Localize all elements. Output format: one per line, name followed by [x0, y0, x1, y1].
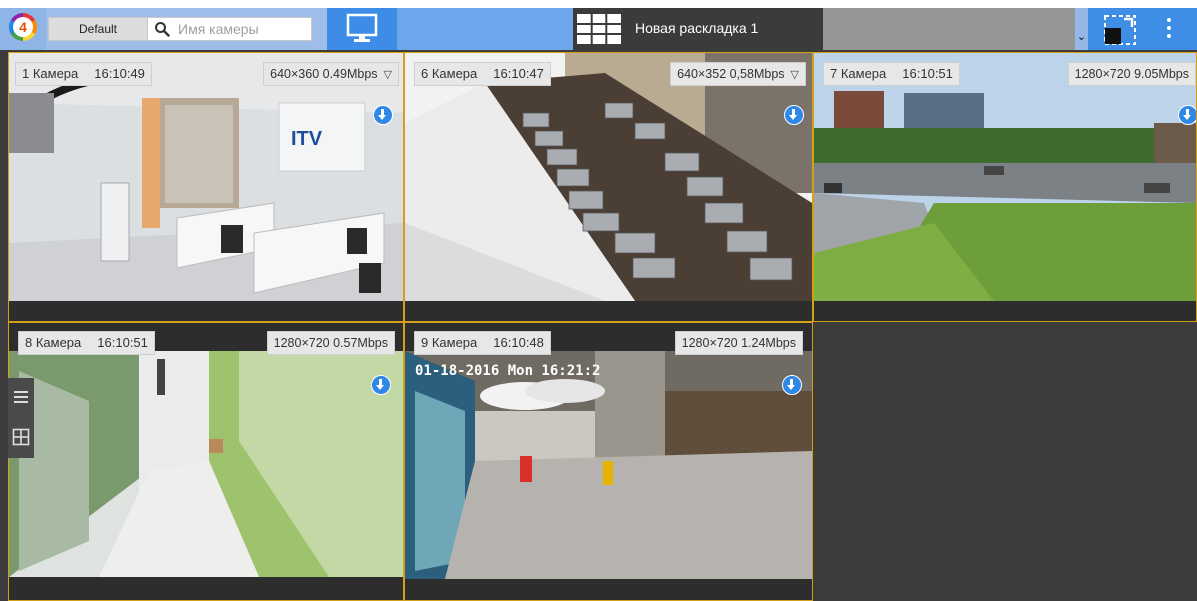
empty-camera-slot[interactable] [813, 322, 1197, 601]
layout-grid-icon[interactable] [577, 14, 621, 44]
app-logo[interactable]: 4 [9, 13, 37, 41]
stream-stats-chip[interactable]: 1280×720 9.05Mbps [1067, 62, 1196, 86]
monitor-icon [346, 13, 378, 42]
camera-name: 7 Камера [830, 66, 887, 81]
camera-title-chip: 9 Камера 16:10:48 [414, 331, 551, 355]
chevron-down-icon[interactable]: ⌄ [1075, 30, 1088, 43]
app-logo-number: 4 [13, 17, 33, 37]
camera-tile-1[interactable]: ITV 1 Камера 16:10:49 640×360 0.49Mbps ▽ [8, 52, 404, 322]
download-icon[interactable] [782, 375, 802, 395]
download-icon[interactable] [784, 105, 804, 125]
stream-stats: 1280×720 0.57Mbps [273, 336, 388, 350]
monitor-button[interactable] [327, 8, 397, 50]
camera-title-chip: 1 Камера 16:10:49 [15, 62, 152, 86]
camera-tile-7[interactable]: 7 Камера 16:10:51 1280×720 9.05Mbps [813, 52, 1197, 322]
camera-video[interactable] [405, 53, 812, 301]
camera-search-box[interactable] [147, 17, 312, 41]
stream-stats: 640×360 0.49Mbps [270, 67, 378, 81]
layout-selector[interactable]: Новая раскладка 1 [573, 8, 823, 50]
camera-tile-9[interactable]: 01-18-2016 Mon 16:21:2 9 Камера 16:10:48 … [404, 322, 813, 601]
stream-stats-chip[interactable]: 640×360 0.49Mbps ▽ [263, 62, 399, 86]
stream-stats: 640×352 0,58Mbps [677, 67, 785, 81]
stream-stats-chip[interactable]: 1280×720 0.57Mbps [266, 331, 395, 355]
more-options-icon[interactable] [1166, 18, 1172, 40]
stream-stats: 1280×720 9.05Mbps [1074, 67, 1189, 81]
stream-stats: 1280×720 1.24Mbps [681, 336, 796, 350]
stream-stats-chip[interactable]: 1280×720 1.24Mbps [674, 331, 803, 355]
itv-logo-text: ITV [291, 128, 323, 150]
camera-name: 6 Камера [421, 66, 478, 81]
camera-time: 16:10:47 [493, 66, 544, 81]
stream-stats-chip[interactable]: 640×352 0,58Mbps ▽ [670, 62, 806, 86]
fullscreen-icon [1104, 15, 1136, 45]
stats-dropdown-icon[interactable]: ▽ [384, 69, 392, 81]
camera-video[interactable] [814, 53, 1196, 301]
layout-expand-strip[interactable] [1075, 8, 1088, 50]
layout-name[interactable]: Новая раскладка 1 [635, 8, 758, 50]
stats-dropdown-icon[interactable]: ▽ [791, 69, 799, 81]
camera-title-chip: 7 Камера 16:10:51 [823, 62, 960, 86]
fullscreen-button[interactable] [1088, 8, 1197, 50]
camera-name: 1 Камера [22, 66, 79, 81]
camera-osd-timestamp: 01-18-2016 Mon 16:21:2 [415, 363, 600, 379]
download-icon[interactable] [1178, 105, 1196, 125]
camera-name: 9 Камера [421, 335, 478, 350]
camera-video[interactable] [9, 351, 403, 577]
camera-search-input[interactable] [178, 20, 303, 38]
logo-area[interactable]: 4 [0, 8, 46, 50]
top-toolbar: 4 Default Новая раскладка 1 ⌄ [0, 0, 1197, 50]
camera-video[interactable]: 01-18-2016 Mon 16:21:2 [405, 351, 812, 579]
camera-name: 8 Камера [25, 335, 82, 350]
camera-time: 16:10:48 [493, 335, 544, 350]
camera-time: 16:10:51 [97, 335, 148, 350]
camera-time: 16:10:51 [902, 66, 953, 81]
toolbar-spacer [397, 8, 573, 50]
camera-time: 16:10:49 [94, 66, 145, 81]
toolbar-right-spacer [823, 8, 1075, 50]
camera-tile-6[interactable]: 6 Камера 16:10:47 640×352 0,58Mbps ▽ [404, 52, 813, 322]
default-filter-button[interactable]: Default [48, 17, 148, 41]
camera-title-chip: 6 Камера 16:10:47 [414, 62, 551, 86]
download-icon[interactable] [373, 105, 393, 125]
menu-icon[interactable] [12, 388, 30, 406]
download-icon[interactable] [371, 375, 391, 395]
layout-grid-small-icon[interactable] [12, 428, 30, 446]
camera-tile-8[interactable]: 8 Камера 16:10:51 1280×720 0.57Mbps [8, 322, 404, 601]
camera-title-chip: 8 Камера 16:10:51 [18, 331, 155, 355]
search-icon[interactable] [154, 21, 170, 37]
camera-video[interactable]: ITV [9, 53, 403, 301]
side-panel [8, 378, 34, 458]
